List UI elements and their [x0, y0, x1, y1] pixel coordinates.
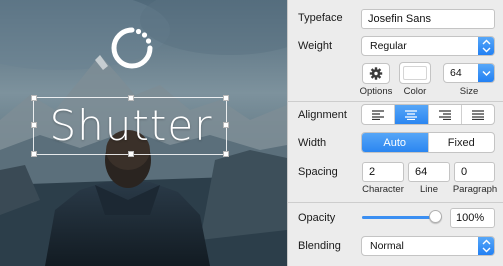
- resize-handle-top-right[interactable]: [223, 95, 229, 101]
- size-label: Size: [459, 86, 479, 97]
- divider: [288, 101, 503, 102]
- weight-label: Weight: [298, 40, 333, 52]
- opacity-label: Opacity: [298, 212, 336, 224]
- size-value: 64: [450, 67, 462, 79]
- character-label: Character: [362, 184, 404, 195]
- image-canvas[interactable]: Shutter: [0, 0, 287, 266]
- blending-label: Blending: [298, 240, 341, 252]
- weight-value: Regular: [370, 40, 407, 52]
- alignment-label: Alignment: [298, 109, 347, 121]
- blending-value: Normal: [370, 240, 404, 252]
- chevron-updown-icon: [478, 37, 494, 55]
- size-combo[interactable]: 64: [443, 63, 495, 83]
- gear-icon: [369, 67, 383, 80]
- line-label: Line: [420, 184, 438, 195]
- typeface-field[interactable]: Josefin Sans: [361, 9, 495, 29]
- align-justify-button[interactable]: [462, 105, 494, 124]
- align-left-button[interactable]: [362, 105, 396, 124]
- resize-handle-bottom[interactable]: [128, 151, 134, 157]
- chevron-updown-icon: [478, 237, 494, 255]
- opacity-slider[interactable]: [362, 209, 442, 225]
- opacity-slider-fill: [362, 216, 436, 219]
- width-segmented-control: Auto Fixed: [361, 132, 495, 153]
- text-inspector-panel: Typeface Josefin Sans Weight Regular Opt…: [287, 0, 503, 266]
- divider: [288, 202, 503, 203]
- color-label: Color: [403, 86, 427, 97]
- resize-handle-bottom-left[interactable]: [31, 151, 37, 157]
- align-left-icon: [372, 109, 385, 120]
- typeface-label: Typeface: [298, 12, 343, 24]
- align-center-icon: [405, 109, 418, 120]
- align-right-button[interactable]: [429, 105, 462, 124]
- resize-handle-bottom-right[interactable]: [223, 151, 229, 157]
- width-auto-button[interactable]: Auto: [362, 133, 429, 152]
- chevron-down-icon[interactable]: [478, 64, 494, 82]
- weight-popup[interactable]: Regular: [361, 36, 495, 56]
- alignment-segmented-control: [361, 104, 495, 125]
- color-well[interactable]: [399, 62, 431, 84]
- align-right-icon: [438, 109, 451, 120]
- color-swatch: [403, 66, 427, 80]
- resize-handle-top-left[interactable]: [31, 95, 37, 101]
- loading-spinner-icon: [109, 25, 155, 71]
- paragraph-label: Paragraph: [452, 184, 498, 195]
- spacing-label: Spacing: [298, 166, 338, 178]
- width-label: Width: [298, 137, 327, 149]
- options-button[interactable]: [362, 63, 390, 84]
- character-spacing-field[interactable]: 2: [362, 162, 404, 182]
- blending-popup[interactable]: Normal: [361, 236, 495, 256]
- width-fixed-button[interactable]: Fixed: [429, 133, 495, 152]
- headline-text[interactable]: Shutter: [37, 102, 225, 150]
- opacity-slider-knob[interactable]: [429, 210, 442, 223]
- align-justify-icon: [471, 109, 484, 120]
- paragraph-spacing-field[interactable]: 0: [454, 162, 495, 182]
- align-center-button[interactable]: [395, 105, 429, 124]
- line-spacing-field[interactable]: 64: [408, 162, 450, 182]
- opacity-field[interactable]: 100%: [450, 208, 495, 228]
- options-label: Options: [359, 86, 393, 97]
